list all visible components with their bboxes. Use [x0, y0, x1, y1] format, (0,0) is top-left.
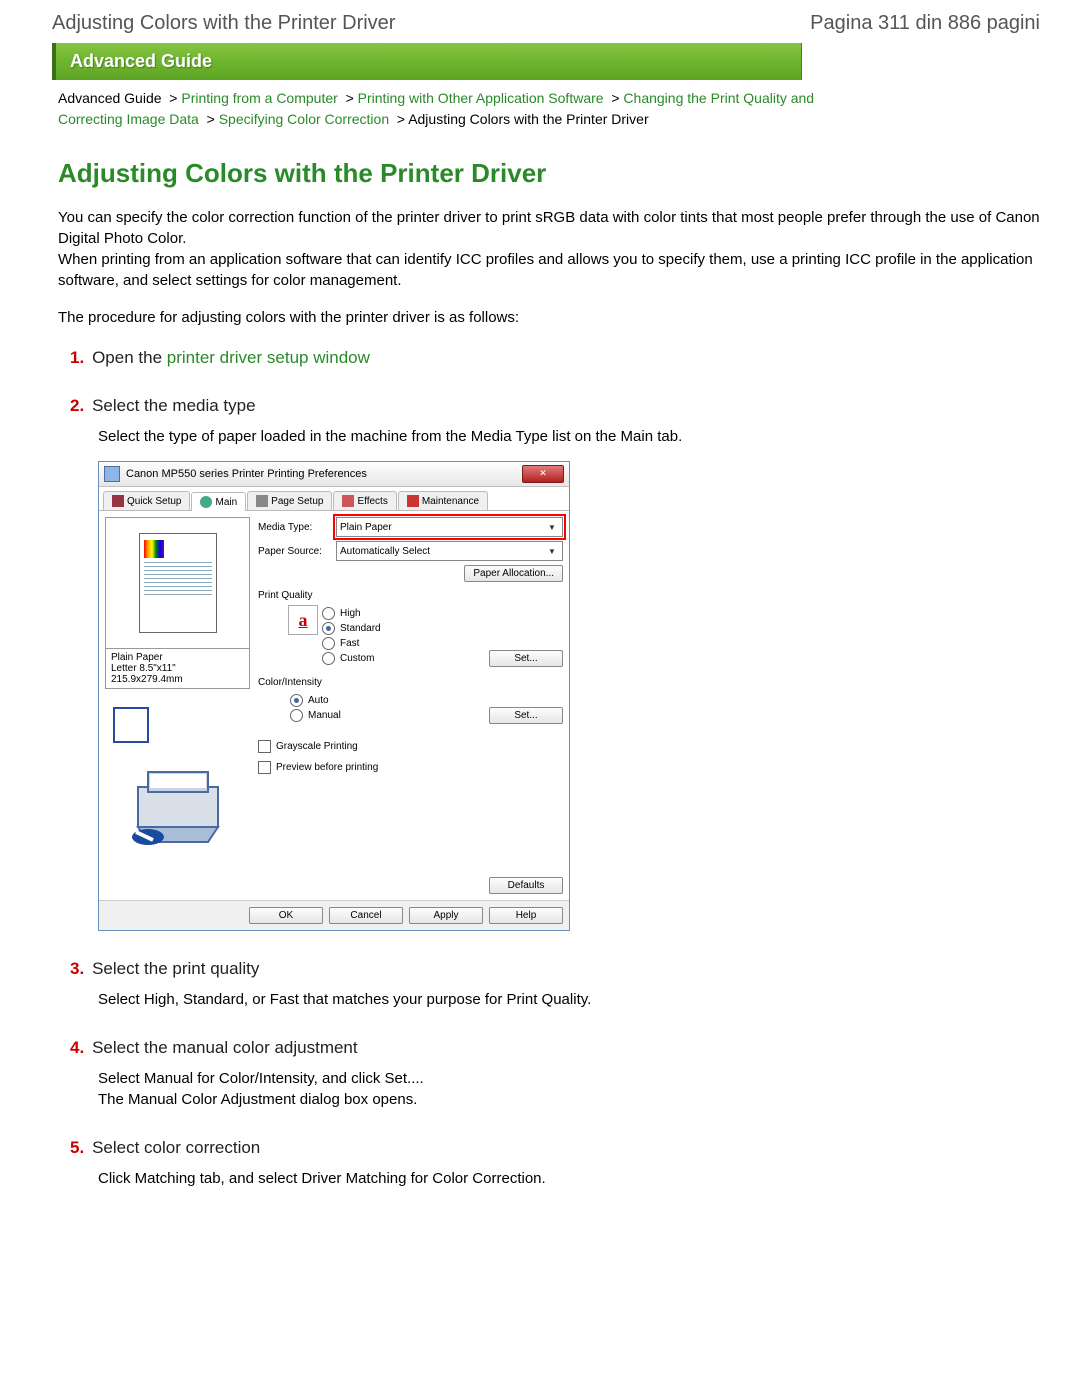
cancel-button[interactable]: Cancel [329, 907, 403, 924]
quick-setup-icon [112, 495, 124, 507]
quality-fast-radio[interactable] [322, 637, 335, 650]
step-number: 1. [70, 348, 84, 367]
preview-checkbox[interactable] [258, 761, 271, 774]
step-body: Select High, Standard, or Fast that matc… [98, 989, 1040, 1010]
main-heading: Adjusting Colors with the Printer Driver [58, 158, 1040, 189]
breadcrumb-link[interactable]: Printing from a Computer [181, 90, 337, 106]
quality-icon: a [288, 605, 318, 635]
paper-source-select[interactable]: Automatically Select▼ [336, 541, 563, 561]
tab-quick-setup[interactable]: Quick Setup [103, 491, 190, 510]
effects-icon [342, 495, 354, 507]
page-title: Adjusting Colors with the Printer Driver [52, 12, 395, 35]
chevron-down-icon: ▼ [545, 547, 559, 556]
color-intensity-label: Color/Intensity [258, 677, 563, 688]
color-manual-radio[interactable] [290, 709, 303, 722]
color-preview [113, 707, 149, 743]
quality-standard-radio[interactable] [322, 622, 335, 635]
tab-page-setup[interactable]: Page Setup [247, 491, 332, 510]
main-icon [200, 496, 212, 508]
page-counter: Pagina 311 din 886 pagini [810, 12, 1040, 35]
breadcrumb: Advanced Guide > Printing from a Compute… [52, 80, 854, 136]
tab-effects[interactable]: Effects [333, 491, 396, 510]
page-preview [105, 517, 250, 649]
step-number: 5. [70, 1138, 84, 1157]
apply-button[interactable]: Apply [409, 907, 483, 924]
guide-banner: Advanced Guide [52, 43, 802, 80]
color-set-button[interactable]: Set... [489, 707, 563, 724]
tab-maintenance[interactable]: Maintenance [398, 491, 488, 510]
step-title: Select the manual color adjustment [92, 1038, 358, 1057]
breadcrumb-item: Advanced Guide [58, 90, 162, 106]
tab-main[interactable]: Main [191, 492, 246, 511]
close-button[interactable]: ✕ [522, 465, 564, 483]
step-title: Select the print quality [92, 959, 259, 978]
help-button[interactable]: Help [489, 907, 563, 924]
page-setup-icon [256, 495, 268, 507]
printer-illustration [105, 751, 250, 853]
step-number: 3. [70, 959, 84, 978]
step-body: Click Matching tab, and select Driver Ma… [98, 1168, 1040, 1189]
quality-high-radio[interactable] [322, 607, 335, 620]
color-auto-radio[interactable] [290, 694, 303, 707]
defaults-button[interactable]: Defaults [489, 877, 563, 894]
step-body: Select the type of paper loaded in the m… [98, 426, 1040, 447]
media-type-label: Media Type: [258, 522, 336, 533]
printer-driver-link[interactable]: printer driver setup window [167, 348, 370, 367]
quality-set-button[interactable]: Set... [489, 650, 563, 667]
grayscale-checkbox[interactable] [258, 740, 271, 753]
intro-paragraph: You can specify the color correction fun… [58, 207, 1040, 291]
ok-button[interactable]: OK [249, 907, 323, 924]
printing-preferences-dialog: Canon MP550 series Printer Printing Pref… [98, 461, 570, 931]
breadcrumb-current: Adjusting Colors with the Printer Driver [408, 111, 648, 127]
quality-custom-radio[interactable] [322, 652, 335, 665]
step-body: Select Manual for Color/Intensity, and c… [98, 1068, 1040, 1110]
step-number: 2. [70, 396, 84, 415]
app-icon [104, 466, 120, 482]
print-quality-label: Print Quality [258, 590, 563, 601]
step-title: Select color correction [92, 1138, 260, 1157]
breadcrumb-link[interactable]: Printing with Other Application Software [358, 90, 604, 106]
breadcrumb-link[interactable]: Specifying Color Correction [219, 111, 389, 127]
media-type-select[interactable]: Plain Paper▼ [336, 517, 563, 537]
preview-caption: Plain Paper Letter 8.5"x11" 215.9x279.4m… [105, 649, 250, 689]
maintenance-icon [407, 495, 419, 507]
paper-source-label: Paper Source: [258, 546, 336, 557]
step-title: Select the media type [92, 396, 255, 415]
step-number: 4. [70, 1038, 84, 1057]
paper-allocation-button[interactable]: Paper Allocation... [464, 565, 563, 582]
chevron-down-icon: ▼ [545, 523, 559, 532]
dialog-title: Canon MP550 series Printer Printing Pref… [126, 468, 522, 480]
procedure-intro: The procedure for adjusting colors with … [58, 309, 1040, 326]
